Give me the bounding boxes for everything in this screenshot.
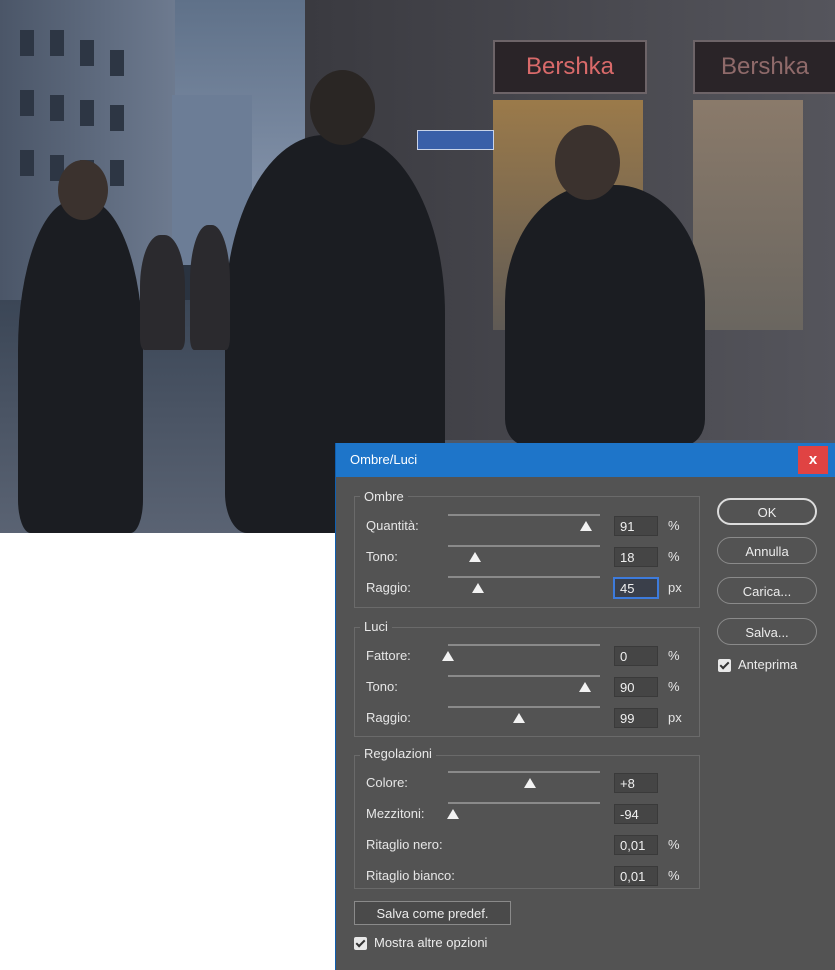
slider-track-luci-0[interactable] [448,644,600,646]
group-regolazioni-legend: Regolazioni [360,746,436,761]
value-input-luci-2[interactable]: 99 [614,708,658,728]
unit-label-regolazioni-2: % [668,837,680,852]
slider-track-luci-2[interactable] [448,706,600,708]
row-label-regolazioni-1: Mezzitoni: [366,806,425,821]
store-sign-left: Bershka [493,40,647,94]
person-center-head [310,70,375,145]
save-as-default-button[interactable]: Salva come predef. [354,901,511,925]
value-input-ombre-0[interactable]: 91 [614,516,658,536]
slider-track-ombre-2[interactable] [448,576,600,578]
value-input-regolazioni-1[interactable]: -94 [614,804,658,824]
row-label-regolazioni-3: Ritaglio bianco: [366,868,455,883]
person-left [18,200,143,533]
street-arrow-sign [417,130,494,150]
store-sign-right: Bershka [693,40,835,94]
row-label-luci-2: Raggio: [366,710,411,725]
value-input-luci-0[interactable]: 0 [614,646,658,666]
row-label-ombre-0: Quantità: [366,518,419,533]
value-input-regolazioni-2[interactable]: 0,01 [614,835,658,855]
preview-checkbox[interactable] [718,659,731,672]
store-window-right [693,100,803,330]
row-label-regolazioni-2: Ritaglio nero: [366,837,443,852]
value-input-ombre-2[interactable]: 45 [614,578,658,598]
unit-label-luci-0: % [668,648,680,663]
unit-label-ombre-1: % [668,549,680,564]
unit-label-luci-1: % [668,679,680,694]
value-input-regolazioni-0[interactable]: +8 [614,773,658,793]
person-background-2 [190,225,230,350]
person-left-head [58,160,108,220]
row-label-luci-0: Fattore: [366,648,411,663]
cancel-button[interactable]: Annulla [717,537,817,564]
group-luci-legend: Luci [360,619,392,634]
value-input-luci-1[interactable]: 90 [614,677,658,697]
shadows-highlights-dialog: Ombre/Luci x Ombre Quantità: 91% Tono: 18% R… [335,443,835,970]
value-input-regolazioni-3[interactable]: 0,01 [614,866,658,886]
dialog-titlebar[interactable]: Ombre/Luci x [336,443,835,477]
row-label-regolazioni-0: Colore: [366,775,408,790]
row-label-luci-1: Tono: [366,679,398,694]
slider-track-ombre-0[interactable] [448,514,600,516]
unit-label-luci-2: px [668,710,682,725]
group-ombre-legend: Ombre [360,489,408,504]
person-background-1 [140,235,185,350]
dialog-title: Ombre/Luci [350,452,418,467]
slider-track-regolazioni-0[interactable] [448,771,600,773]
row-label-ombre-2: Raggio: [366,580,411,595]
unit-label-ombre-2: px [668,580,682,595]
person-right-head [555,125,620,200]
person-right [505,185,705,445]
slider-track-ombre-1[interactable] [448,545,600,547]
more-options-checkbox[interactable] [354,937,367,950]
ok-button[interactable]: OK [717,498,817,525]
row-label-ombre-1: Tono: [366,549,398,564]
save-button[interactable]: Salva... [717,618,817,645]
unit-label-ombre-0: % [668,518,680,533]
unit-label-regolazioni-3: % [668,868,680,883]
close-button[interactable]: x [798,446,828,474]
more-options-label: Mostra altre opzioni [374,935,488,950]
close-icon: x [808,451,818,468]
preview-label: Anteprima [738,657,798,672]
load-button[interactable]: Carica... [717,577,817,604]
slider-track-regolazioni-1[interactable] [448,802,600,804]
slider-track-luci-1[interactable] [448,675,600,677]
value-input-ombre-1[interactable]: 18 [614,547,658,567]
